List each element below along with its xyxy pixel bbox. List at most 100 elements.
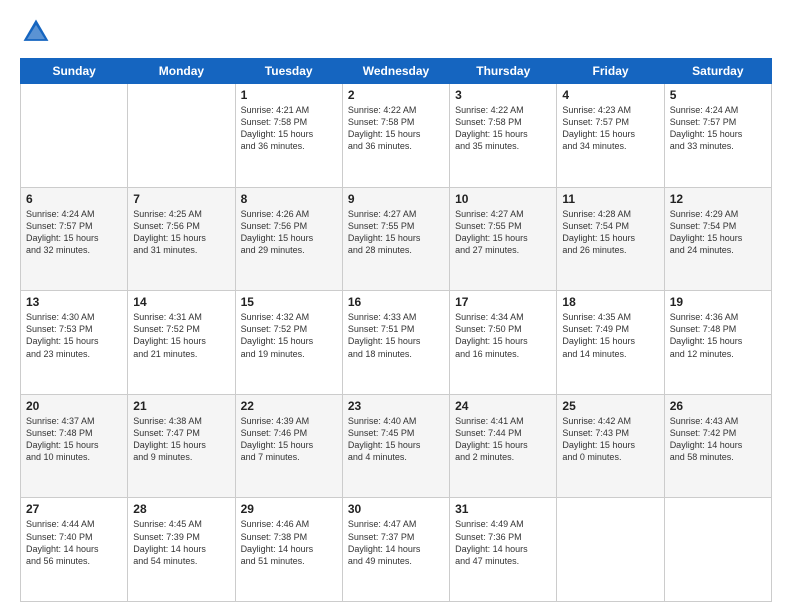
day-details: Sunrise: 4:26 AM Sunset: 7:56 PM Dayligh… [241, 208, 337, 257]
weekday-header-tuesday: Tuesday [235, 59, 342, 84]
day-number: 28 [133, 502, 229, 516]
calendar-cell: 8Sunrise: 4:26 AM Sunset: 7:56 PM Daylig… [235, 187, 342, 291]
calendar-week-row-4: 27Sunrise: 4:44 AM Sunset: 7:40 PM Dayli… [21, 498, 772, 602]
day-details: Sunrise: 4:28 AM Sunset: 7:54 PM Dayligh… [562, 208, 658, 257]
calendar-cell: 29 Sunrise: 4:46 AM Sunset: 7:38 PM Dayli… [235, 498, 342, 602]
generalblue-icon [20, 16, 52, 48]
day-details: Sunrise: 4:27 AM Sunset: 7:55 PM Dayligh… [348, 208, 444, 257]
day-number: 1 [241, 88, 337, 102]
calendar-cell: 10 Sunrise: 4:27 AM Sunset: 7:55 PM Dayli… [450, 187, 557, 291]
calendar-cell: 19 Sunrise: 4:36 AM Sunset: 7:48 PM Dayli… [664, 291, 771, 395]
calendar-cell [664, 498, 771, 602]
day-details: Sunrise: 4:22 AM Sunset: 7:58 PM Dayligh… [455, 104, 551, 153]
day-details: Sunrise: 4:33 AM Sunset: 7:51 PM Dayligh… [348, 311, 444, 360]
calendar-cell: 24 Sunrise: 4:41 AM Sunset: 7:44 PM Dayli… [450, 394, 557, 498]
calendar-table: SundayMondayTuesdayWednesdayThursdayFrid… [20, 58, 772, 602]
day-details: Sunrise: 4:45 AM Sunset: 7:39 PM Dayligh… [133, 518, 229, 567]
day-details: Sunrise: 4:27 AM Sunset: 7:55 PM Dayligh… [455, 208, 551, 257]
day-number: 10 [455, 192, 551, 206]
day-number: 17 [455, 295, 551, 309]
day-number: 23 [348, 399, 444, 413]
header [20, 16, 772, 48]
calendar-week-row-2: 13 Sunrise: 4:30 AM Sunset: 7:53 PM Dayli… [21, 291, 772, 395]
day-number: 9 [348, 192, 444, 206]
calendar-week-row-1: 6 Sunrise: 4:24 AM Sunset: 7:57 PM Daylig… [21, 187, 772, 291]
day-details: Sunrise: 4:29 AM Sunset: 7:54 PM Dayligh… [670, 208, 766, 257]
calendar-week-row-3: 20 Sunrise: 4:37 AM Sunset: 7:48 PM Dayli… [21, 394, 772, 498]
day-details: Sunrise: 4:31 AM Sunset: 7:52 PM Dayligh… [133, 311, 229, 360]
day-details: Sunrise: 4:42 AM Sunset: 7:43 PM Dayligh… [562, 415, 658, 464]
day-number: 5 [670, 88, 766, 102]
day-details: Sunrise: 4:39 AM Sunset: 7:46 PM Dayligh… [241, 415, 337, 464]
calendar-cell: 25 Sunrise: 4:42 AM Sunset: 7:43 PM Dayli… [557, 394, 664, 498]
weekday-header-sunday: Sunday [21, 59, 128, 84]
day-number: 20 [26, 399, 122, 413]
calendar-cell: 7 Sunrise: 4:25 AM Sunset: 7:56 PM Daylig… [128, 187, 235, 291]
day-details: Sunrise: 4:21 AM Sunset: 7:58 PM Dayligh… [241, 104, 337, 153]
day-details: Sunrise: 4:49 AM Sunset: 7:36 PM Dayligh… [455, 518, 551, 567]
day-details: Sunrise: 4:30 AM Sunset: 7:53 PM Dayligh… [26, 311, 122, 360]
day-number: 31 [455, 502, 551, 516]
day-number: 19 [670, 295, 766, 309]
day-number: 30 [348, 502, 444, 516]
calendar-cell: 2Sunrise: 4:22 AM Sunset: 7:58 PM Daylig… [342, 84, 449, 188]
day-details: Sunrise: 4:43 AM Sunset: 7:42 PM Dayligh… [670, 415, 766, 464]
day-details: Sunrise: 4:24 AM Sunset: 7:57 PM Dayligh… [670, 104, 766, 153]
weekday-header-thursday: Thursday [450, 59, 557, 84]
day-number: 25 [562, 399, 658, 413]
calendar-cell: 27Sunrise: 4:44 AM Sunset: 7:40 PM Dayli… [21, 498, 128, 602]
day-number: 22 [241, 399, 337, 413]
calendar-cell: 31 Sunrise: 4:49 AM Sunset: 7:36 PM Dayli… [450, 498, 557, 602]
calendar-cell: 12 Sunrise: 4:29 AM Sunset: 7:54 PM Dayli… [664, 187, 771, 291]
day-details: Sunrise: 4:44 AM Sunset: 7:40 PM Dayligh… [26, 518, 122, 567]
calendar-cell: 16 Sunrise: 4:33 AM Sunset: 7:51 PM Dayli… [342, 291, 449, 395]
weekday-header-wednesday: Wednesday [342, 59, 449, 84]
day-number: 21 [133, 399, 229, 413]
day-number: 15 [241, 295, 337, 309]
day-details: Sunrise: 4:46 AM Sunset: 7:38 PM Dayligh… [241, 518, 337, 567]
weekday-header-friday: Friday [557, 59, 664, 84]
calendar-cell: 26Sunrise: 4:43 AM Sunset: 7:42 PM Dayli… [664, 394, 771, 498]
day-details: Sunrise: 4:41 AM Sunset: 7:44 PM Dayligh… [455, 415, 551, 464]
weekday-header-row: SundayMondayTuesdayWednesdayThursdayFrid… [21, 59, 772, 84]
calendar-cell: 20 Sunrise: 4:37 AM Sunset: 7:48 PM Dayli… [21, 394, 128, 498]
calendar-cell: 13 Sunrise: 4:30 AM Sunset: 7:53 PM Dayli… [21, 291, 128, 395]
calendar-cell: 18 Sunrise: 4:35 AM Sunset: 7:49 PM Dayli… [557, 291, 664, 395]
day-number: 7 [133, 192, 229, 206]
page: SundayMondayTuesdayWednesdayThursdayFrid… [0, 0, 792, 612]
day-number: 13 [26, 295, 122, 309]
calendar-cell [128, 84, 235, 188]
day-details: Sunrise: 4:37 AM Sunset: 7:48 PM Dayligh… [26, 415, 122, 464]
calendar-cell: 22 Sunrise: 4:39 AM Sunset: 7:46 PM Dayli… [235, 394, 342, 498]
day-details: Sunrise: 4:25 AM Sunset: 7:56 PM Dayligh… [133, 208, 229, 257]
logo [20, 16, 56, 48]
day-details: Sunrise: 4:36 AM Sunset: 7:48 PM Dayligh… [670, 311, 766, 360]
day-number: 14 [133, 295, 229, 309]
day-details: Sunrise: 4:34 AM Sunset: 7:50 PM Dayligh… [455, 311, 551, 360]
day-number: 24 [455, 399, 551, 413]
calendar-cell: 5 Sunrise: 4:24 AM Sunset: 7:57 PM Daylig… [664, 84, 771, 188]
day-details: Sunrise: 4:35 AM Sunset: 7:49 PM Dayligh… [562, 311, 658, 360]
day-details: Sunrise: 4:47 AM Sunset: 7:37 PM Dayligh… [348, 518, 444, 567]
calendar-cell: 3 Sunrise: 4:22 AM Sunset: 7:58 PM Daylig… [450, 84, 557, 188]
day-details: Sunrise: 4:38 AM Sunset: 7:47 PM Dayligh… [133, 415, 229, 464]
calendar-cell [21, 84, 128, 188]
calendar-cell: 1 Sunrise: 4:21 AM Sunset: 7:58 PM Daylig… [235, 84, 342, 188]
day-number: 12 [670, 192, 766, 206]
day-number: 29 [241, 502, 337, 516]
calendar-cell: 6 Sunrise: 4:24 AM Sunset: 7:57 PM Daylig… [21, 187, 128, 291]
calendar-cell: 15 Sunrise: 4:32 AM Sunset: 7:52 PM Dayli… [235, 291, 342, 395]
day-number: 11 [562, 192, 658, 206]
day-number: 6 [26, 192, 122, 206]
day-number: 3 [455, 88, 551, 102]
day-details: Sunrise: 4:24 AM Sunset: 7:57 PM Dayligh… [26, 208, 122, 257]
weekday-header-saturday: Saturday [664, 59, 771, 84]
calendar-cell [557, 498, 664, 602]
calendar-cell: 11 Sunrise: 4:28 AM Sunset: 7:54 PM Dayli… [557, 187, 664, 291]
calendar-cell: 4Sunrise: 4:23 AM Sunset: 7:57 PM Daylig… [557, 84, 664, 188]
day-number: 18 [562, 295, 658, 309]
day-details: Sunrise: 4:32 AM Sunset: 7:52 PM Dayligh… [241, 311, 337, 360]
calendar-cell: 28 Sunrise: 4:45 AM Sunset: 7:39 PM Dayli… [128, 498, 235, 602]
day-number: 16 [348, 295, 444, 309]
weekday-header-monday: Monday [128, 59, 235, 84]
